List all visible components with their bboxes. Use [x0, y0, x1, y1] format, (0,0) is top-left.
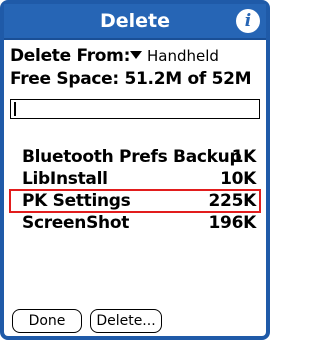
name-input[interactable]: [10, 99, 260, 119]
done-button[interactable]: Done: [12, 309, 82, 333]
title-bar: Delete i: [4, 4, 266, 40]
list-item[interactable]: Bluetooth Prefs Backup 1K: [10, 146, 260, 168]
item-size: 196K: [208, 213, 257, 233]
list-item-selected[interactable]: PK Settings 225K: [9, 189, 261, 213]
delete-from-label: Delete From:: [10, 46, 131, 66]
info-icon[interactable]: i: [236, 9, 260, 33]
item-name: PK Settings: [22, 191, 131, 211]
delete-button[interactable]: Delete...: [90, 309, 162, 333]
item-name: LibInstall: [22, 169, 108, 189]
text-cursor: [14, 102, 16, 116]
list-item[interactable]: ScreenShot 196K: [10, 212, 260, 234]
dialog-title: Delete: [99, 10, 171, 32]
item-name: ScreenShot: [22, 213, 130, 233]
app-list: Bluetooth Prefs Backup 1K LibInstall 10K…: [9, 146, 261, 234]
item-name: Bluetooth Prefs Backup: [22, 147, 242, 167]
item-size: 225K: [208, 191, 257, 211]
location-dropdown[interactable]: Handheld: [130, 46, 219, 66]
item-size: 1K: [231, 147, 257, 167]
dropdown-triangle-icon: [130, 51, 142, 59]
free-space-text: Free Space: 51.2M of 52M: [10, 69, 252, 89]
dialog-frame: Delete i Delete From: Handheld Free Spac…: [0, 0, 270, 340]
item-size: 10K: [220, 169, 256, 189]
dropdown-value: Handheld: [147, 47, 219, 65]
list-item[interactable]: LibInstall 10K: [10, 168, 260, 190]
